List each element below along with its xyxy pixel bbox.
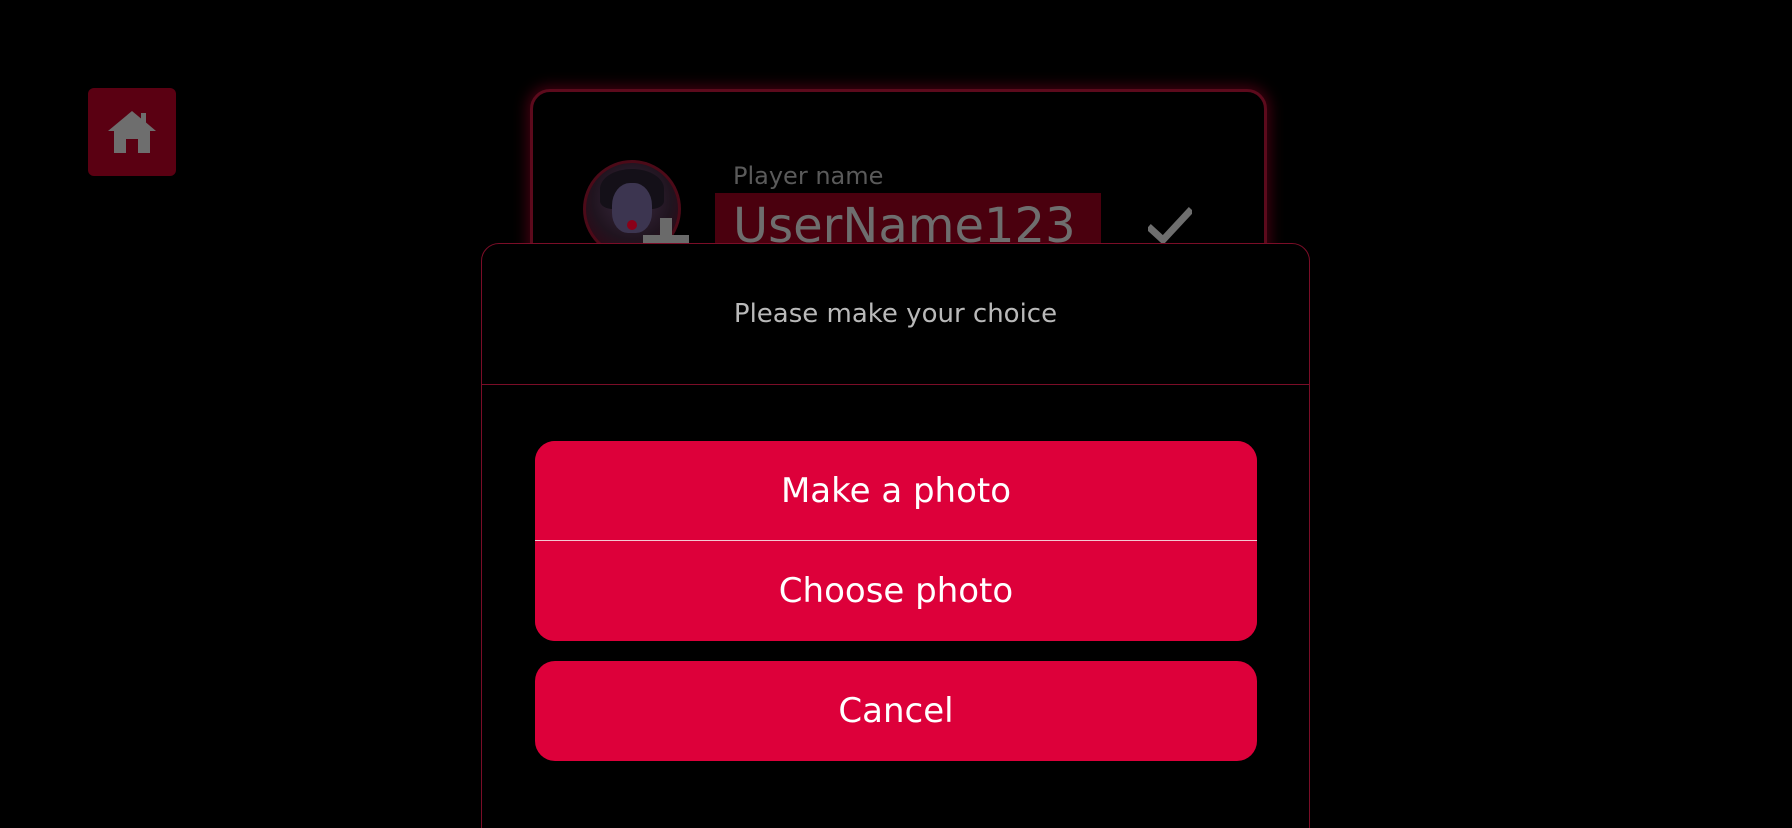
player-name-label: Player name [733, 162, 884, 190]
cancel-button[interactable]: Cancel [535, 661, 1257, 761]
home-icon [108, 111, 156, 153]
photo-choice-dialog: Please make your choice Make a photo Cho… [481, 243, 1310, 828]
home-button[interactable] [88, 88, 176, 176]
choose-photo-button[interactable]: Choose photo [535, 541, 1257, 641]
make-photo-button[interactable]: Make a photo [535, 441, 1257, 541]
avatar-mouth [627, 220, 637, 230]
dialog-title: Please make your choice [482, 244, 1309, 385]
check-icon[interactable] [1148, 207, 1192, 247]
photo-options-group: Make a photo Choose photo [535, 441, 1257, 641]
screen: Player name UserName123 Please make your… [0, 0, 1792, 828]
